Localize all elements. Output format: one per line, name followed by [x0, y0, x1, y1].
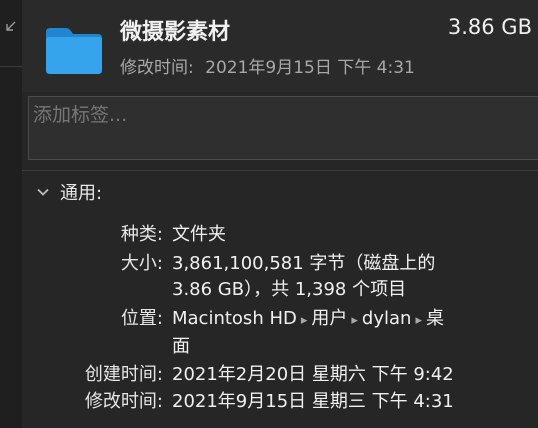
path-desktop[interactable]: 桌 [426, 308, 444, 329]
kind-label: 种类: [120, 224, 163, 245]
folder-icon [46, 28, 102, 74]
size-value-line-1: 3,861,100,581 字节（磁盘上的 [172, 253, 436, 274]
header-modified: 修改时间: 2021年9月15日 下午 4:31 [120, 53, 415, 78]
size-value-line-2: 3.86 GB），共 1,398 个项目 [172, 279, 407, 300]
path-separator: ▸ [415, 313, 422, 328]
resize-icon[interactable] [5, 20, 17, 32]
file-size: 3.86 GB [447, 15, 532, 39]
modified-label: 修改时间: [84, 391, 163, 412]
header-modified-label: 修改时间: [120, 58, 194, 78]
path-users[interactable]: 用户 [311, 308, 347, 329]
divider [0, 66, 22, 67]
where-label: 位置: [120, 308, 163, 329]
path-volume[interactable]: Macintosh HD [172, 308, 297, 329]
section-divider [22, 170, 538, 171]
file-name: 微摄影素材 [120, 20, 231, 45]
tags-field[interactable] [28, 96, 538, 160]
path-line-1: Macintosh HD ▸ 用户 ▸ dylan ▸ 桌 [172, 306, 522, 334]
header-modified-value: 2021年9月15日 下午 4:31 [205, 58, 415, 78]
path-separator: ▸ [351, 313, 358, 328]
modified-value: 2021年9月15日 星期三 下午 4:31 [172, 391, 454, 412]
kind-value: 文件夹 [172, 224, 226, 245]
created-label: 创建时间: [84, 364, 163, 385]
section-title: 通用: [60, 183, 103, 204]
created-value: 2021年2月20日 星期六 下午 9:42 [172, 364, 454, 385]
path-line-2[interactable]: 面 [172, 334, 522, 360]
path-user-home[interactable]: dylan [362, 308, 412, 329]
tags-input[interactable] [31, 99, 525, 131]
size-label: 大小: [120, 253, 163, 274]
where-value: Macintosh HD ▸ 用户 ▸ dylan ▸ 桌 面 [172, 306, 522, 360]
chevron-down-icon [37, 188, 49, 196]
general-section-toggle[interactable]: 通用: [36, 178, 102, 206]
size-value: 3,861,100,581 字节（磁盘上的 3.86 GB），共 1,398 个… [172, 251, 522, 303]
info-header: 微摄影素材 3.86 GB 修改时间: 2021年9月15日 下午 4:31 [22, 0, 538, 92]
path-separator: ▸ [300, 313, 308, 328]
